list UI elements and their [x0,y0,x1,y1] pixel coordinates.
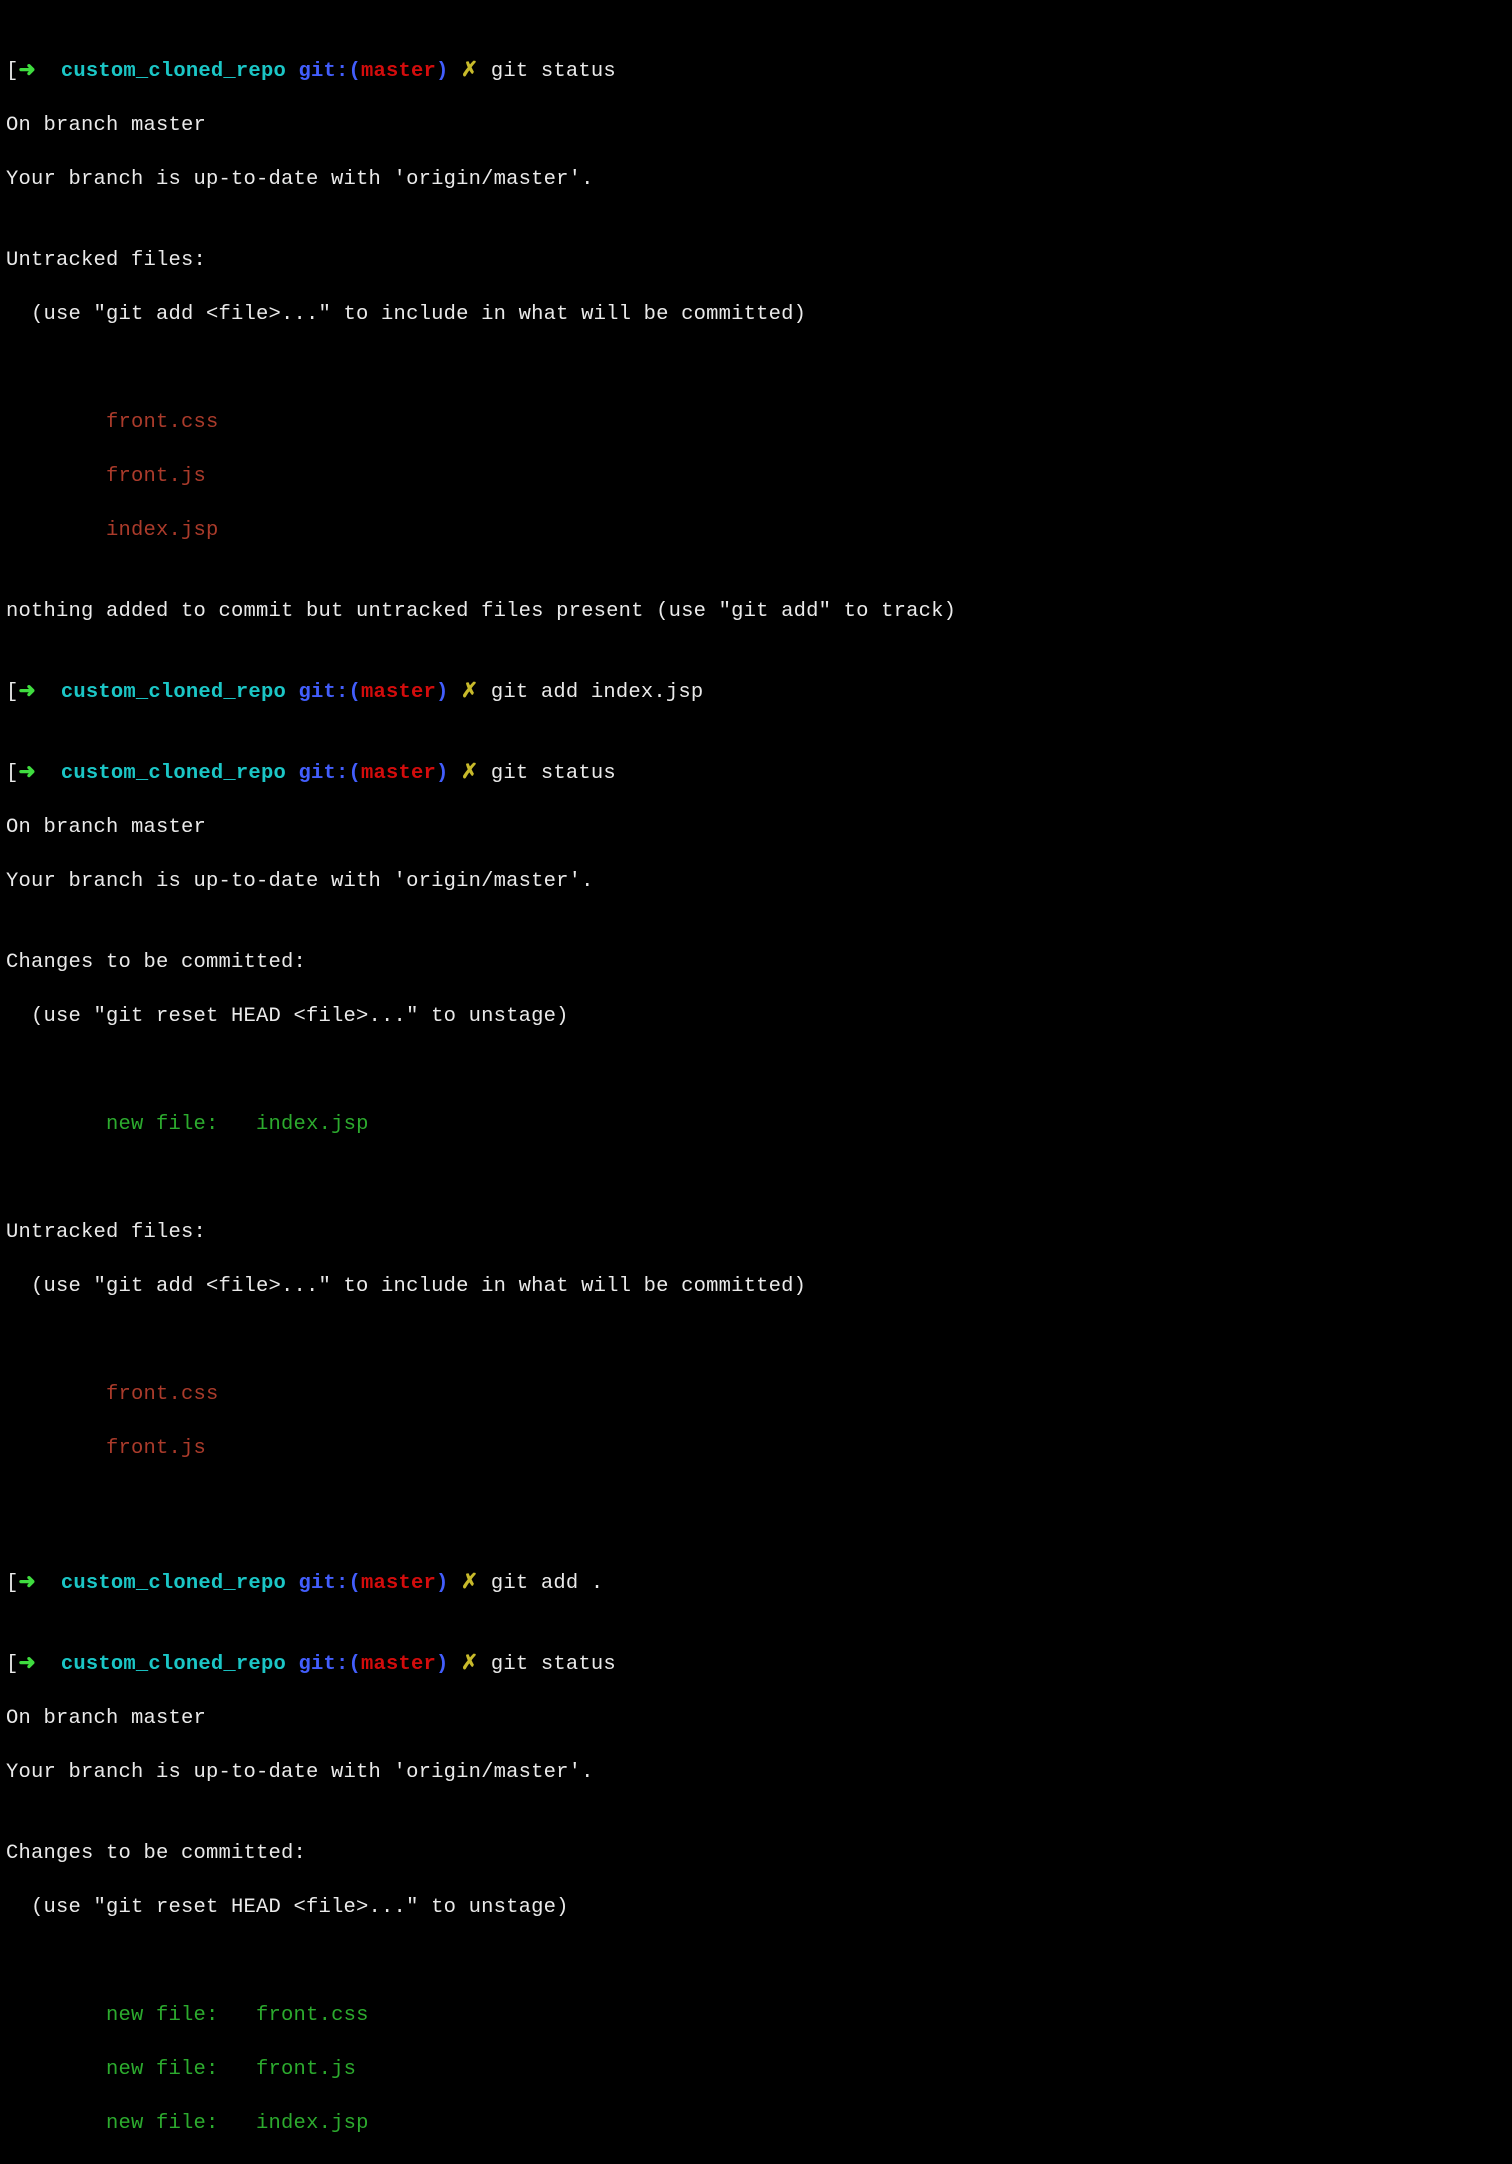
prompt-line: [➜ custom_cloned_repo git:(master) ✗ git… [6,679,1506,706]
git-label: git:( [286,1653,361,1676]
git-branch: master [361,1572,436,1595]
staged-file: new file: front.js [6,2056,1506,2083]
staged-file: new file: index.jsp [6,1111,1506,1138]
untracked-hint: (use "git add <file>..." to include in w… [6,301,1506,328]
prompt-dir: custom_cloned_repo [61,1653,286,1676]
untracked-header: Untracked files: [6,247,1506,274]
blank-line [6,1057,1506,1084]
prompt-dir: custom_cloned_repo [61,1572,286,1595]
prompt-line: [➜ custom_cloned_repo git:(master) ✗ git… [6,1651,1506,1678]
prompt-dir: custom_cloned_repo [61,681,286,704]
untracked-file: front.js [6,463,1506,490]
blank-line [6,1165,1506,1192]
prompt-dir: custom_cloned_repo [61,60,286,83]
git-close: ) [436,1572,449,1595]
output-line: Your branch is up-to-date with 'origin/m… [6,1759,1506,1786]
staged-hint: (use "git reset HEAD <file>..." to unsta… [6,1003,1506,1030]
staged-header: Changes to be committed: [6,949,1506,976]
staged-file: new file: front.css [6,2002,1506,2029]
output-line: On branch master [6,1705,1506,1732]
command-text: git status [491,762,616,785]
untracked-file: front.css [6,409,1506,436]
dirty-icon: ✗ [449,762,491,785]
output-line: On branch master [6,814,1506,841]
prompt-line: [➜ custom_cloned_repo git:(master) ✗ git… [6,58,1506,85]
command-text: git status [491,60,616,83]
untracked-file: front.css [6,1381,1506,1408]
git-close: ) [436,1653,449,1676]
terminal[interactable]: [➜ custom_cloned_repo git:(master) ✗ git… [0,0,1512,1424]
untracked-file: index.jsp [6,517,1506,544]
arrow-icon: ➜ [19,60,61,83]
output-line: On branch master [6,112,1506,139]
git-branch: master [361,762,436,785]
blank-line [6,1327,1506,1354]
command-text: git add . [491,1572,604,1595]
prompt-line: [➜ custom_cloned_repo git:(master) ✗ git… [6,760,1506,787]
output-line: Your branch is up-to-date with 'origin/m… [6,868,1506,895]
arrow-icon: ➜ [19,1572,61,1595]
git-close: ) [436,762,449,785]
arrow-icon: ➜ [19,681,61,704]
staged-file: new file: index.jsp [6,2110,1506,2137]
git-label: git:( [286,60,361,83]
untracked-header: Untracked files: [6,1219,1506,1246]
git-label: git:( [286,762,361,785]
untracked-hint: (use "git add <file>..." to include in w… [6,1273,1506,1300]
untracked-file: front.js [6,1435,1506,1462]
git-close: ) [436,60,449,83]
arrow-icon: ➜ [19,762,61,785]
git-branch: master [361,60,436,83]
arrow-icon: ➜ [19,1653,61,1676]
output-line: nothing added to commit but untracked fi… [6,598,1506,625]
staged-header: Changes to be committed: [6,1840,1506,1867]
prompt-line: [➜ custom_cloned_repo git:(master) ✗ git… [6,1570,1506,1597]
git-branch: master [361,681,436,704]
blank-line [6,1489,1506,1516]
staged-hint: (use "git reset HEAD <file>..." to unsta… [6,1894,1506,1921]
git-close: ) [436,681,449,704]
dirty-icon: ✗ [449,681,491,704]
git-branch: master [361,1653,436,1676]
command-text: git status [491,1653,616,1676]
blank-line [6,355,1506,382]
dirty-icon: ✗ [449,60,491,83]
prompt-dir: custom_cloned_repo [61,762,286,785]
command-text: git add index.jsp [491,681,704,704]
dirty-icon: ✗ [449,1653,491,1676]
blank-line [6,1948,1506,1975]
git-label: git:( [286,681,361,704]
dirty-icon: ✗ [449,1572,491,1595]
output-line: Your branch is up-to-date with 'origin/m… [6,166,1506,193]
git-label: git:( [286,1572,361,1595]
